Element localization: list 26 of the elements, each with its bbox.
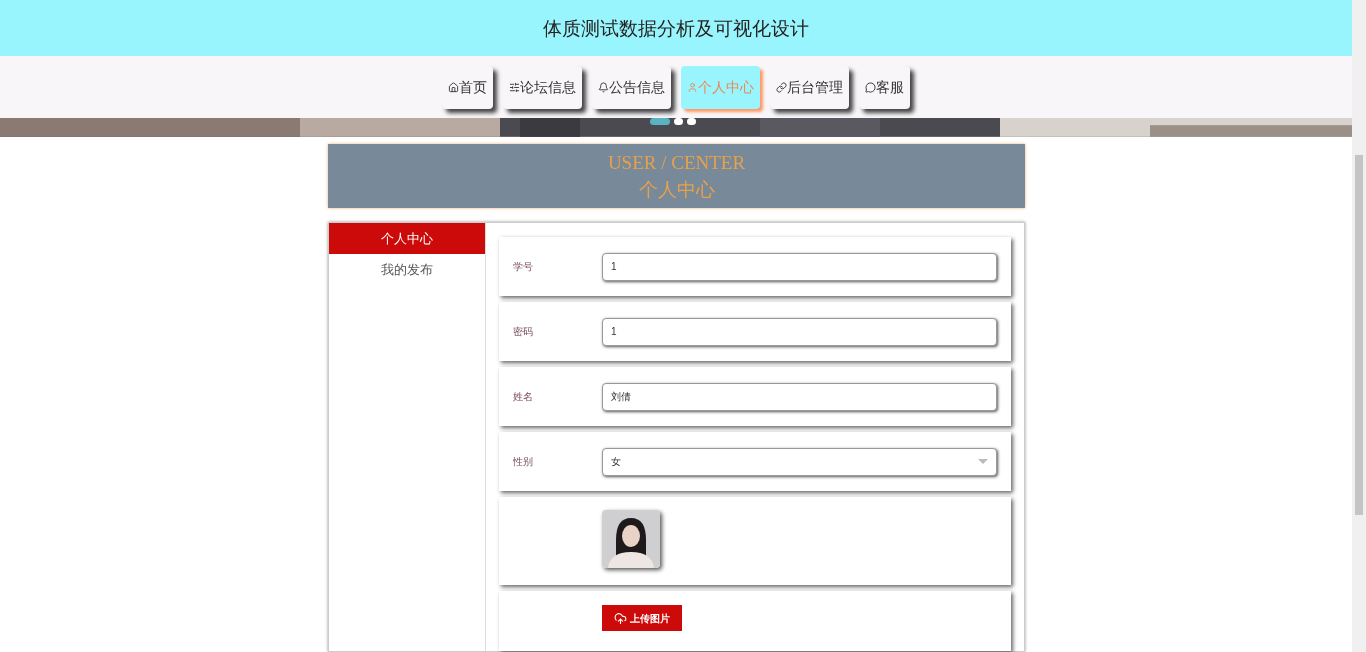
select-field[interactable]: 女: [602, 447, 997, 476]
home-icon: [448, 81, 459, 93]
sliders-icon: [509, 81, 520, 93]
chat-icon: [865, 81, 876, 93]
section-title: 个人中心: [638, 177, 715, 203]
nav-tab[interactable]: 客服: [859, 65, 910, 109]
nav-tab[interactable]: 首页: [442, 65, 493, 109]
nav-tab[interactable]: 后台管理: [770, 65, 849, 109]
sidebar-item[interactable]: 个人中心: [329, 223, 485, 254]
field-label: 性别: [512, 455, 534, 469]
bell-icon: [598, 81, 609, 93]
user-icon: [687, 81, 698, 93]
input-field[interactable]: 1: [602, 252, 997, 281]
caret-icon: [978, 458, 988, 465]
nav-tab[interactable]: 论坛信息: [503, 65, 582, 109]
field-label: 学号: [512, 260, 534, 274]
site-title: 体质测试数据分析及可视化设计: [543, 15, 809, 41]
field-label: 姓名: [512, 390, 534, 404]
link-icon: [776, 81, 787, 93]
upload-button[interactable]: 上传图片: [602, 605, 682, 631]
section-title-english: USER / CENTER: [607, 151, 746, 176]
input-field[interactable]: 1: [602, 317, 997, 346]
nav-tab[interactable]: 公告信息: [592, 65, 671, 109]
input-field[interactable]: 刘倩: [602, 382, 997, 411]
cloud-upload-icon: [614, 611, 627, 625]
field-label: 密码: [512, 325, 534, 339]
